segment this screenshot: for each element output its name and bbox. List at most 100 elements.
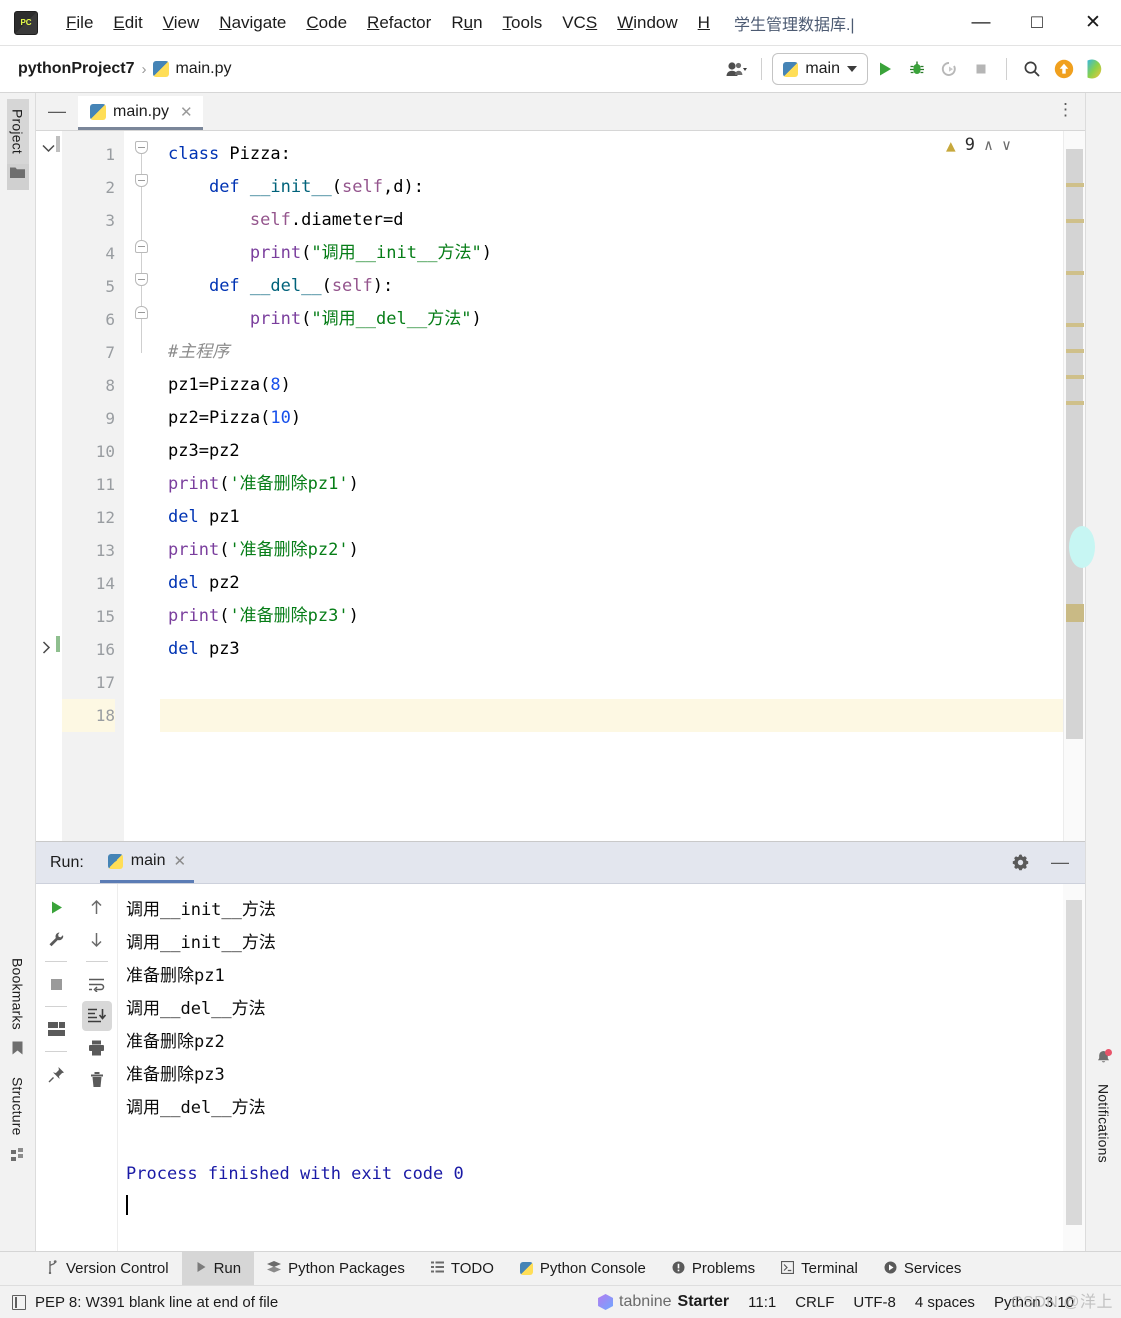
editor-hint-bubble <box>1069 526 1095 568</box>
fold-marker[interactable] <box>135 141 148 154</box>
stop-button[interactable] <box>966 54 996 84</box>
tool-window-python-packages[interactable]: Python Packages <box>254 1252 418 1285</box>
maximize-button[interactable]: □ <box>1009 1 1065 45</box>
menu-run[interactable]: Run <box>441 9 492 37</box>
fold-marker[interactable] <box>135 273 148 286</box>
tool-window-problems[interactable]: Problems <box>659 1252 768 1285</box>
line-separator[interactable]: CRLF <box>795 1294 834 1311</box>
code-token: pz2=Pizza( <box>168 408 271 428</box>
coverage-button[interactable] <box>934 54 964 84</box>
tool-window-python-console[interactable]: Python Console <box>507 1252 659 1285</box>
caret-position[interactable]: 11:1 <box>748 1294 776 1311</box>
pin-icon[interactable] <box>41 1059 71 1089</box>
code-line: del pz1 <box>160 501 1063 534</box>
menu-refactor[interactable]: Refactor <box>357 9 441 37</box>
menu-file[interactable]: FFileile <box>56 9 103 37</box>
menu-window[interactable]: Window <box>607 9 687 37</box>
menu-help[interactable]: H <box>688 9 720 37</box>
menu-edit[interactable]: Edit <box>103 9 152 37</box>
tool-window-terminal[interactable]: Terminal <box>768 1252 871 1285</box>
tool-window-services[interactable]: Services <box>871 1252 975 1285</box>
editor-options-menu[interactable]: ⋮ <box>1057 100 1075 120</box>
indent-setting[interactable]: 4 spaces <box>915 1294 975 1311</box>
search-icon[interactable] <box>1017 54 1047 84</box>
chevron-down-icon[interactable] <box>42 141 55 156</box>
warning-marker[interactable] <box>1066 604 1084 622</box>
line-number: 11 <box>95 475 115 494</box>
close-button[interactable]: ✕ <box>1065 1 1121 45</box>
warning-marker[interactable] <box>1066 401 1084 405</box>
breadcrumb-file[interactable]: main.py <box>153 60 232 78</box>
warning-marker[interactable] <box>1066 349 1084 353</box>
run-tab-main[interactable]: main ✕ <box>99 842 195 883</box>
minimize-run-panel-icon[interactable]: — <box>1045 848 1075 878</box>
stop-icon[interactable] <box>41 969 71 999</box>
text-caret <box>126 1195 128 1215</box>
people-icon[interactable] <box>721 54 751 84</box>
ide-assistant-icon[interactable] <box>1081 54 1111 84</box>
update-project-icon[interactable] <box>1049 54 1079 84</box>
gear-icon[interactable] <box>1005 848 1035 878</box>
tool-window-run[interactable]: Run <box>181 1252 255 1285</box>
breadcrumb-project[interactable]: pythonProject7 <box>18 60 134 78</box>
run-button[interactable] <box>870 54 900 84</box>
next-problem-icon[interactable]: ∨ <box>1002 136 1011 154</box>
bell-icon[interactable] <box>1096 1049 1112 1068</box>
tool-window-version-control[interactable]: Version Control <box>34 1252 182 1285</box>
warning-marker[interactable] <box>1066 183 1084 187</box>
minimize-button[interactable]: — <box>953 1 1009 45</box>
code-token: ) <box>481 243 492 263</box>
fold-marker[interactable] <box>135 240 148 253</box>
menu-code[interactable]: Code <box>296 9 357 37</box>
close-icon[interactable]: ✕ <box>180 103 193 121</box>
menu-view[interactable]: View <box>153 9 210 37</box>
code-token: __init__ <box>249 177 332 197</box>
close-icon[interactable]: ✕ <box>173 852 186 870</box>
tool-window-label: Services <box>903 1260 962 1277</box>
line-number: 18 <box>62 699 115 732</box>
fold-marker[interactable] <box>135 306 148 319</box>
python-interpreter[interactable]: Python 3.10 <box>994 1294 1074 1311</box>
console-scrollbar-thumb[interactable] <box>1066 900 1082 1225</box>
up-icon[interactable] <box>82 892 112 922</box>
console-scrollbar[interactable] <box>1063 884 1085 1251</box>
previous-problem-icon[interactable]: ∧ <box>984 136 993 154</box>
sidebar-item-structure[interactable]: Structure <box>7 1067 29 1173</box>
editor-tab-main-py[interactable]: main.py ✕ <box>78 96 203 130</box>
soft-wrap-icon[interactable] <box>82 969 112 999</box>
layout-icon[interactable] <box>41 1014 71 1044</box>
down-icon[interactable] <box>82 924 112 954</box>
sidebar-item-notifications[interactable]: Notifications <box>1093 1074 1115 1173</box>
code-content[interactable]: ▲ 9 ∧ ∨ class Pizza: def __init__(self,d… <box>160 131 1063 841</box>
menu-vcs[interactable]: VCS <box>552 9 607 37</box>
rerun-icon[interactable] <box>41 892 71 922</box>
editor-scrollbar[interactable] <box>1063 131 1095 841</box>
print-icon[interactable] <box>82 1033 112 1063</box>
tabnine-status[interactable]: tabnine Starter <box>598 1293 729 1311</box>
warning-marker[interactable] <box>1066 219 1084 223</box>
file-encoding[interactable]: UTF-8 <box>853 1294 896 1311</box>
sidebar-item-project[interactable]: Project <box>6 99 29 190</box>
wrench-icon[interactable] <box>41 924 71 954</box>
console-output[interactable]: 调用__init__方法 调用__init__方法 准备删除pz1 调用__del__… <box>118 884 1063 1251</box>
sidebar-item-bookmarks[interactable]: Bookmarks <box>7 948 29 1068</box>
run-configuration-selector[interactable]: main <box>772 53 868 85</box>
fold-marker[interactable] <box>135 174 148 187</box>
warning-marker[interactable] <box>1066 375 1084 379</box>
warning-marker[interactable] <box>1066 271 1084 275</box>
warning-marker[interactable] <box>1066 323 1084 327</box>
menu-tools[interactable]: Tools <box>493 9 553 37</box>
problems-icon <box>672 1261 685 1277</box>
scrollbar-thumb[interactable] <box>1066 149 1083 739</box>
debug-button[interactable] <box>902 54 932 84</box>
menu-navigate[interactable]: Navigate <box>209 9 296 37</box>
hide-panel-button[interactable]: — <box>36 92 78 130</box>
scroll-to-end-icon[interactable] <box>81 1001 112 1031</box>
console-line: 调用__del__方法 <box>126 1098 266 1118</box>
trash-icon[interactable] <box>82 1065 112 1095</box>
chevron-right-icon[interactable] <box>42 641 51 657</box>
run-configuration-label: main <box>805 60 840 77</box>
tool-window-todo[interactable]: TODO <box>418 1252 507 1285</box>
